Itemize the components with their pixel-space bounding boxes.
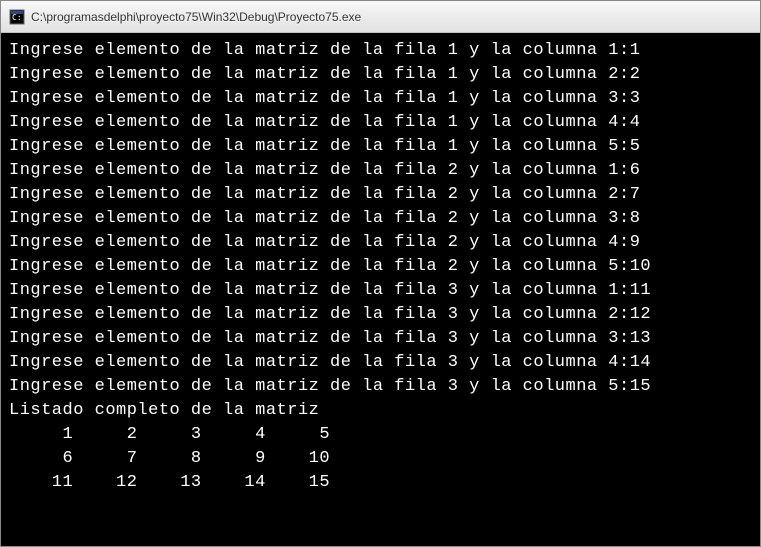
console-line: Ingrese elemento de la matriz de la fila… bbox=[9, 351, 752, 375]
console-line: 11 12 13 14 15 bbox=[9, 471, 752, 495]
console-window: C: C:\programasdelphi\proyecto75\Win32\D… bbox=[0, 0, 761, 547]
console-line: Ingrese elemento de la matriz de la fila… bbox=[9, 327, 752, 351]
console-line: Ingrese elemento de la matriz de la fila… bbox=[9, 111, 752, 135]
console-line: Ingrese elemento de la matriz de la fila… bbox=[9, 375, 752, 399]
console-line: Ingrese elemento de la matriz de la fila… bbox=[9, 231, 752, 255]
titlebar[interactable]: C: C:\programasdelphi\proyecto75\Win32\D… bbox=[1, 1, 760, 33]
console-line: 6 7 8 9 10 bbox=[9, 447, 752, 471]
console-line: Ingrese elemento de la matriz de la fila… bbox=[9, 39, 752, 63]
console-line: Ingrese elemento de la matriz de la fila… bbox=[9, 207, 752, 231]
console-line: Ingrese elemento de la matriz de la fila… bbox=[9, 63, 752, 87]
console-line: Ingrese elemento de la matriz de la fila… bbox=[9, 87, 752, 111]
console-line: Ingrese elemento de la matriz de la fila… bbox=[9, 255, 752, 279]
console-app-icon: C: bbox=[9, 9, 25, 25]
console-line: Ingrese elemento de la matriz de la fila… bbox=[9, 159, 752, 183]
console-line: Ingrese elemento de la matriz de la fila… bbox=[9, 135, 752, 159]
console-line: Ingrese elemento de la matriz de la fila… bbox=[9, 303, 752, 327]
console-line: Ingrese elemento de la matriz de la fila… bbox=[9, 183, 752, 207]
window-title: C:\programasdelphi\proyecto75\Win32\Debu… bbox=[31, 10, 361, 24]
console-line: Ingrese elemento de la matriz de la fila… bbox=[9, 279, 752, 303]
console-output: Ingrese elemento de la matriz de la fila… bbox=[1, 33, 760, 546]
svg-text:C:: C: bbox=[12, 13, 22, 22]
console-line: 1 2 3 4 5 bbox=[9, 423, 752, 447]
console-line: Listado completo de la matriz bbox=[9, 399, 752, 423]
